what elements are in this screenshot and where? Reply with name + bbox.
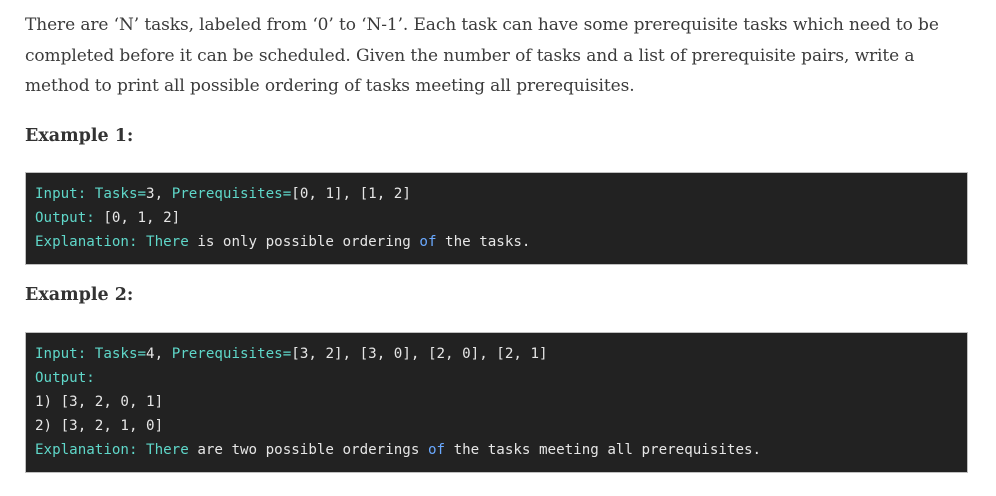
explanation-keyword-of: of	[427, 442, 446, 458]
description-line-1: There are ‘N’ tasks, labeled from ‘0’ to…	[25, 15, 939, 35]
example-1-output-line: Output: [0, 1, 2]	[35, 206, 958, 230]
explanation-text-end: the tasks.	[445, 234, 531, 250]
explanation-label: Explanation:	[35, 234, 138, 250]
example-2-explanation-line: Explanation: There are two possible orde…	[35, 438, 958, 462]
explanation-text-end: the tasks meeting all prerequisites.	[453, 442, 762, 458]
description-line-3: method to print all possible ordering of…	[25, 76, 635, 96]
output-label: Output:	[35, 370, 95, 386]
example-2-output-line: Output:	[35, 366, 958, 390]
ordering-value: 2) [3, 2, 1, 0]	[35, 418, 164, 434]
example-2-ordering-2: 2) [3, 2, 1, 0]	[35, 414, 958, 438]
tasks-label: Tasks=	[94, 186, 147, 202]
example-1-explanation-line: Explanation: There is only possible orde…	[35, 230, 958, 254]
explanation-keyword-there: There	[146, 442, 189, 458]
input-label: Input:	[35, 186, 87, 202]
explanation-text: are two possible orderings	[197, 442, 420, 458]
example-2-input-line: Input: Tasks=4, Prerequisites=[3, 2], [3…	[35, 342, 958, 366]
example-2-ordering-1: 1) [3, 2, 0, 1]	[35, 390, 958, 414]
problem-content: There are ‘N’ tasks, labeled from ‘0’ to…	[25, 10, 970, 473]
prerequisites-value: [0, 1], [1, 2]	[291, 186, 411, 202]
tasks-value: 3,	[146, 186, 164, 202]
explanation-label: Explanation:	[35, 442, 138, 458]
explanation-keyword-there: There	[146, 234, 189, 250]
explanation-keyword-of: of	[419, 234, 437, 250]
tasks-value: 4,	[146, 346, 164, 362]
prerequisites-value: [3, 2], [3, 0], [2, 0], [2, 1]	[291, 346, 548, 362]
example-2-heading: Example 2:	[25, 285, 134, 305]
example-2-code-block: Input: Tasks=4, Prerequisites=[3, 2], [3…	[25, 332, 968, 473]
prerequisites-label: Prerequisites=	[171, 186, 292, 202]
example-1-input-line: Input: Tasks=3, Prerequisites=[0, 1], [1…	[35, 182, 958, 206]
problem-description: There are ‘N’ tasks, labeled from ‘0’ to…	[25, 10, 970, 102]
input-label: Input:	[35, 346, 87, 362]
output-label: Output:	[35, 210, 95, 226]
example-1-heading: Example 1:	[25, 126, 134, 146]
ordering-value: 1) [3, 2, 0, 1]	[35, 394, 164, 410]
explanation-text: is only possible ordering	[197, 234, 411, 250]
output-value: [0, 1, 2]	[103, 210, 181, 226]
tasks-label: Tasks=	[94, 346, 147, 362]
prerequisites-label: Prerequisites=	[171, 346, 292, 362]
example-1-code-block: Input: Tasks=3, Prerequisites=[0, 1], [1…	[25, 172, 968, 265]
description-line-2: completed before it can be scheduled. Gi…	[25, 45, 915, 66]
